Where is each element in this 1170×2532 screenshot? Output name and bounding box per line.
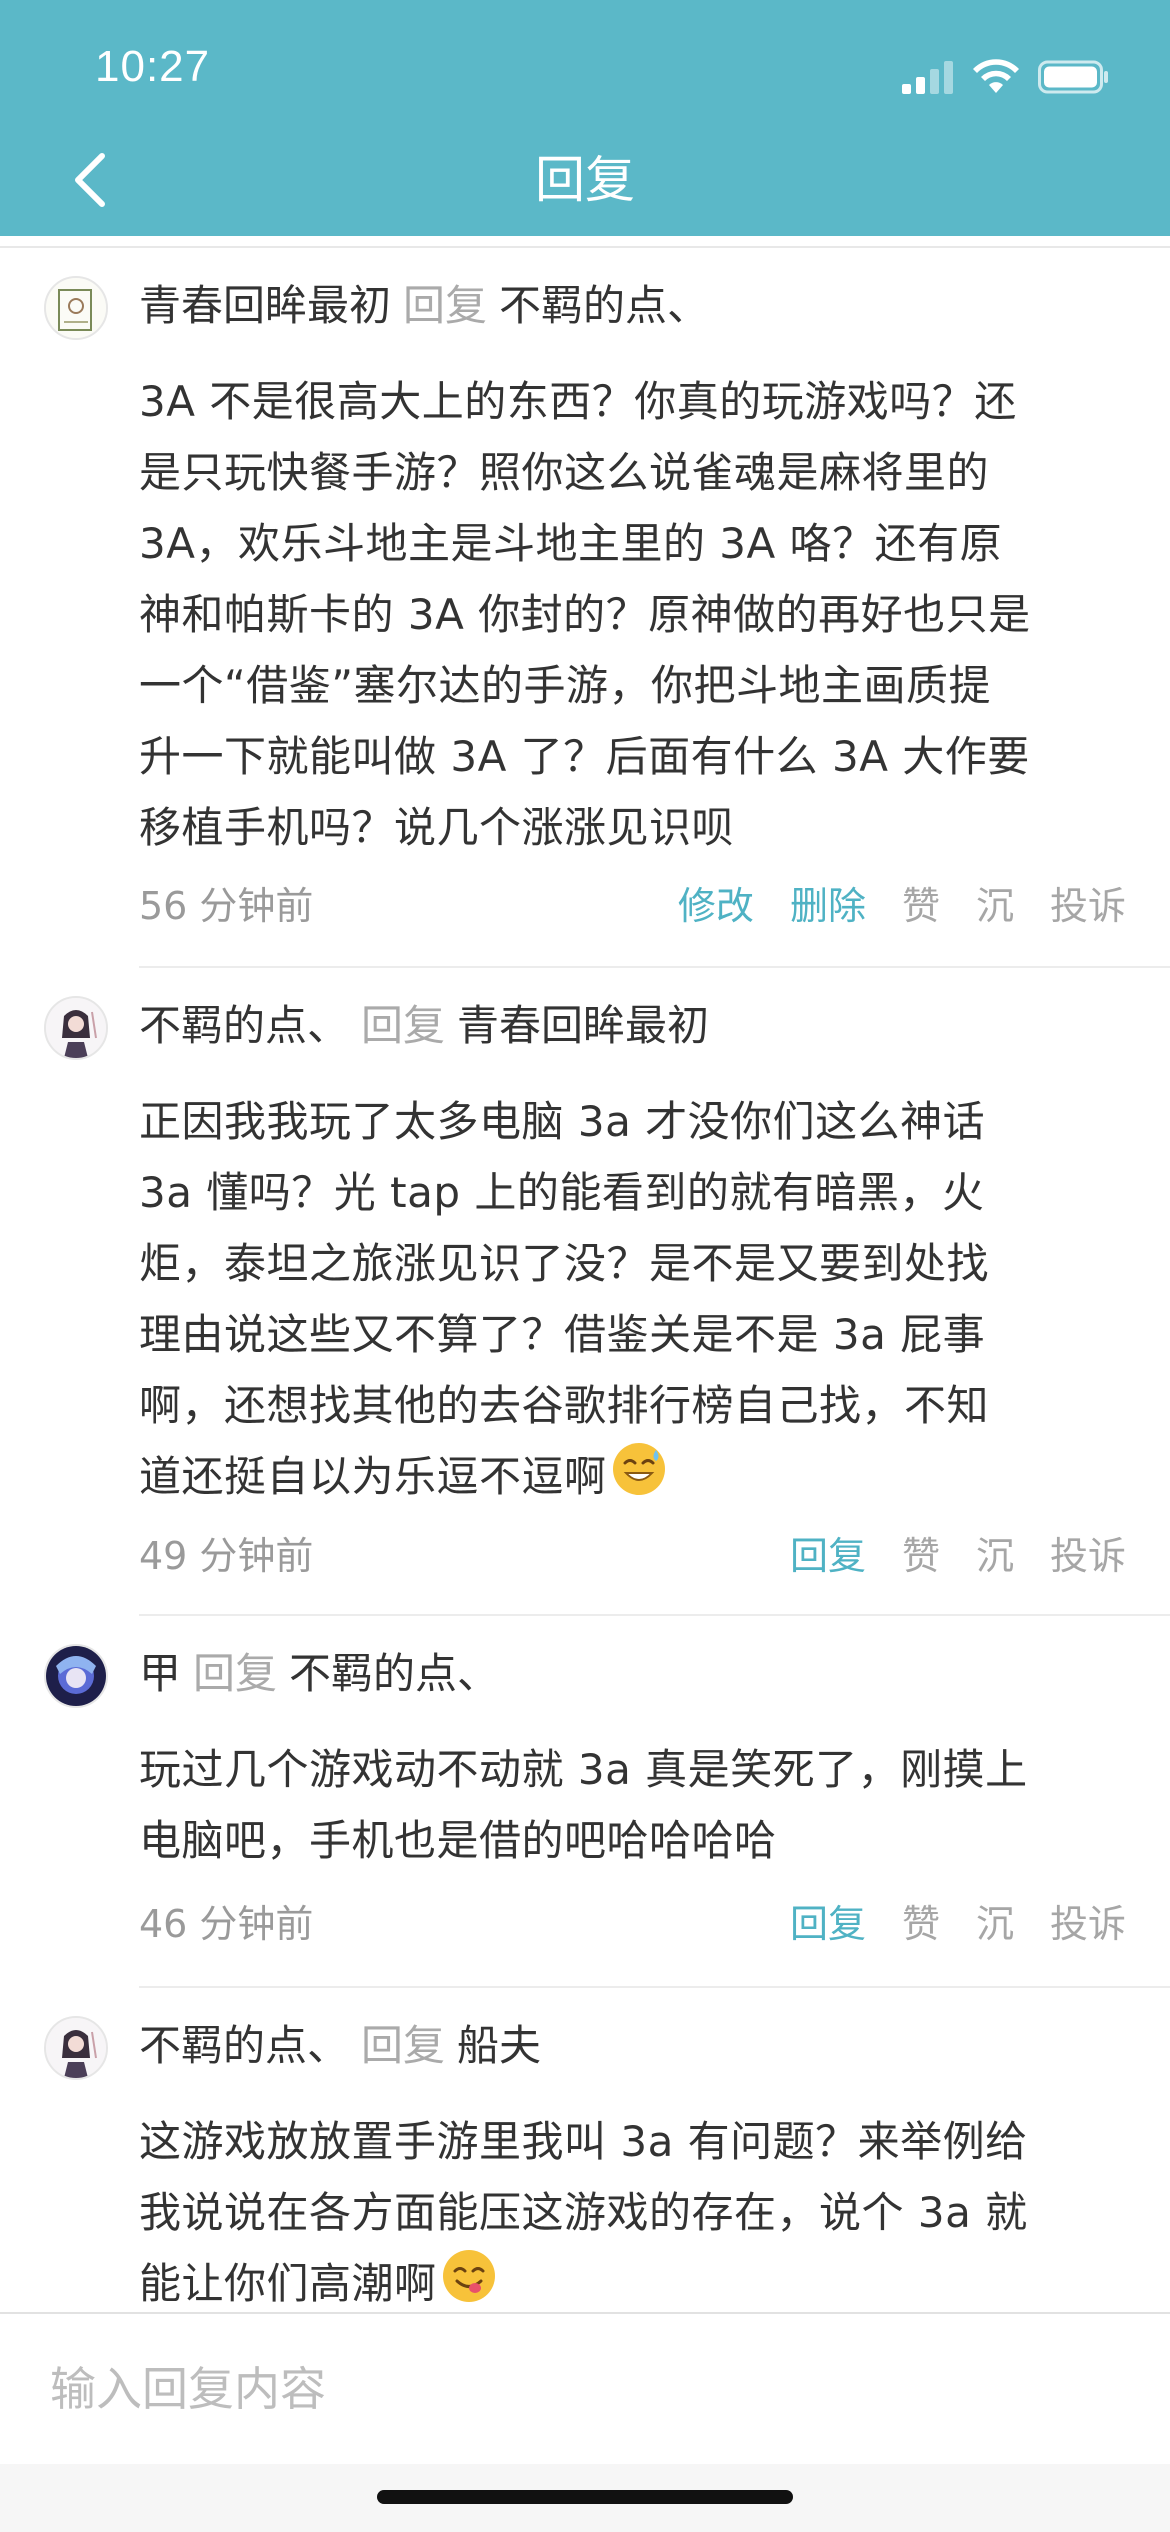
yum-emoji xyxy=(441,2248,497,2312)
reply-button[interactable]: 回复 xyxy=(790,1526,866,1586)
home-indicator[interactable] xyxy=(377,2490,793,2504)
reply-body: 这游戏放放置手游里我叫 3a 有问题？来举例给 我说说在各方面能压这游戏的存在，… xyxy=(139,2106,1129,2312)
text-line-with-emoji: 能让你们高潮啊 xyxy=(139,2248,1129,2312)
text-line: 3a 懂吗？光 tap 上的能看到的就有暗黑，火 xyxy=(139,1168,985,1217)
sink-button[interactable]: 沉 xyxy=(976,876,1014,936)
username[interactable]: 甲 xyxy=(139,1649,181,1698)
text-line: 电脑吧，手机也是借的吧哈哈哈哈 xyxy=(139,1816,777,1865)
avatar[interactable] xyxy=(44,276,108,340)
reply-button[interactable]: 回复 xyxy=(790,1894,866,1954)
divider xyxy=(139,1986,1170,1988)
avatar[interactable] xyxy=(44,2016,108,2080)
delete-button[interactable]: 删除 xyxy=(790,876,866,936)
reply-header: 甲回复 不羁的点、 xyxy=(139,1644,1130,1704)
reply-actions: 回复 赞 沉 投诉 xyxy=(790,1526,1126,1586)
reply-target-username[interactable]: 不羁的点、 xyxy=(289,1649,499,1698)
text-line: 能让你们高潮啊 xyxy=(139,2259,437,2308)
reply-meta: 46 分钟前 回复 赞 沉 投诉 xyxy=(139,1894,1126,1954)
reply-body: 正因我我玩了太多电脑 3a 才没你们这么神话 3a 懂吗？光 tap 上的能看到… xyxy=(139,1086,1129,1518)
reply-label: 回复 xyxy=(193,1649,278,1698)
timestamp: 56 分钟前 xyxy=(139,884,314,928)
username[interactable]: 青春回眸最初 xyxy=(139,281,391,330)
sink-button[interactable]: 沉 xyxy=(976,1526,1014,1586)
report-button[interactable]: 投诉 xyxy=(1050,1526,1126,1586)
text-line: 是只玩快餐手游？照你这么说雀魂是麻将里的 xyxy=(139,448,990,497)
reply-body: 玩过几个游戏动不动就 3a 真是笑死了，刚摸上 电脑吧，手机也是借的吧哈哈哈哈 xyxy=(139,1734,1129,1876)
like-button[interactable]: 赞 xyxy=(902,1894,940,1954)
text-line: 这游戏放放置手游里我叫 3a 有问题？来举例给 xyxy=(139,2117,1028,2166)
username[interactable]: 不羁的点、 xyxy=(139,1001,349,1050)
text-line: 3A，欢乐斗地主是斗地主里的 3A 咯？还有原 xyxy=(139,519,1003,568)
reply-body: 3A 不是很高大上的东西？你真的玩游戏吗？还 是只玩快餐手游？照你这么说雀魂是麻… xyxy=(139,366,1129,863)
reply-list[interactable]: 青春回眸最初 回复 不羁的点、 3A 不是很高大上的东西？你真的玩游戏吗？还 是只玩… xyxy=(0,236,1170,2312)
reply-label: 回复 xyxy=(403,281,488,330)
status-time: 10:27 xyxy=(95,42,211,91)
text-line: 神和帕斯卡的 3A 你封的？原神做的再好也只是 xyxy=(139,590,1031,639)
avatar[interactable] xyxy=(44,1644,108,1708)
text-line: 道还挺自以为乐逗不逗啊 xyxy=(139,1452,607,1501)
text-line: 玩过几个游戏动不动就 3a 真是笑死了，刚摸上 xyxy=(139,1745,1028,1794)
battery-icon xyxy=(1038,60,1108,94)
anime-girl-avatar-image xyxy=(46,2018,106,2078)
reply-header: 不羁的点、 回复 船夫 xyxy=(139,2016,1130,2076)
reply-input-field[interactable]: 输入回复内容 xyxy=(0,2314,1170,2464)
reply-target-username[interactable]: 青春回眸最初 xyxy=(457,1001,709,1050)
reply-actions: 修改 删除 赞 沉 投诉 xyxy=(678,876,1126,936)
text-line: 炬，泰坦之旅涨见识了没？是不是又要到处找 xyxy=(139,1239,990,1288)
cellular-signal-icon xyxy=(902,61,953,94)
username[interactable]: 不羁的点、 xyxy=(139,2021,349,2070)
text-line: 我说说在各方面能压这游戏的存在，说个 3a 就 xyxy=(139,2188,1028,2237)
wifi-icon xyxy=(973,59,1019,93)
reply-label: 回复 xyxy=(361,2021,446,2070)
report-button[interactable]: 投诉 xyxy=(1050,1894,1126,1954)
reply-actions: 回复 赞 沉 投诉 xyxy=(790,1894,1126,1954)
sink-button[interactable]: 沉 xyxy=(976,1894,1014,1954)
app-header: 10:27 回复 xyxy=(0,0,1170,236)
divider xyxy=(139,1614,1170,1616)
text-line: 一个“借鉴”塞尔达的手游，你把斗地主画质提 xyxy=(139,661,992,710)
page-title: 回复 xyxy=(535,151,635,209)
avatar[interactable] xyxy=(44,996,108,1060)
reply-label: 回复 xyxy=(361,1001,446,1050)
blue-anime-avatar-image xyxy=(46,1646,106,1706)
anime-girl-avatar-image xyxy=(46,998,106,1058)
text-line-with-emoji: 道还挺自以为乐逗不逗啊 xyxy=(139,1441,1129,1518)
grinning-sweat-emoji xyxy=(611,1441,667,1518)
text-line: 移植手机吗？说几个涨涨见识呗 xyxy=(139,803,735,852)
text-line: 啊，还想找其他的去谷歌排行榜自己找，不知 xyxy=(139,1381,990,1430)
edit-button[interactable]: 修改 xyxy=(678,876,754,936)
status-icons xyxy=(902,52,1110,102)
text-line: 升一下就能叫做 3A 了？后面有什么 3A 大作要 xyxy=(139,732,1030,781)
sketch-avatar-image xyxy=(46,278,106,338)
reply-meta: 49 分钟前 回复 赞 沉 投诉 xyxy=(139,1526,1126,1586)
like-button[interactable]: 赞 xyxy=(902,1526,940,1586)
reply-meta: 56 分钟前 修改 删除 赞 沉 投诉 xyxy=(139,876,1126,936)
divider xyxy=(139,966,1170,968)
like-button[interactable]: 赞 xyxy=(902,876,940,936)
timestamp: 46 分钟前 xyxy=(139,1902,314,1946)
text-line: 3A 不是很高大上的东西？你真的玩游戏吗？还 xyxy=(139,377,1017,426)
timestamp: 49 分钟前 xyxy=(139,1534,314,1578)
reply-target-username[interactable]: 船夫 xyxy=(457,2021,541,2070)
divider xyxy=(0,246,1170,248)
text-line: 理由说这些又不算了？借鉴关是不是 3a 屁事 xyxy=(139,1310,986,1359)
nav-bar: 回复 xyxy=(0,130,1170,236)
text-line: 正因我我玩了太多电脑 3a 才没你们这么神话 xyxy=(139,1097,986,1146)
reply-input-placeholder: 输入回复内容 xyxy=(50,2362,326,2416)
status-bar: 10:27 xyxy=(0,0,1170,130)
reply-header: 青春回眸最初 回复 不羁的点、 xyxy=(139,276,1130,336)
reply-target-username[interactable]: 不羁的点、 xyxy=(499,281,709,330)
reply-header: 不羁的点、 回复 青春回眸最初 xyxy=(139,996,1130,1056)
report-button[interactable]: 投诉 xyxy=(1050,876,1126,936)
